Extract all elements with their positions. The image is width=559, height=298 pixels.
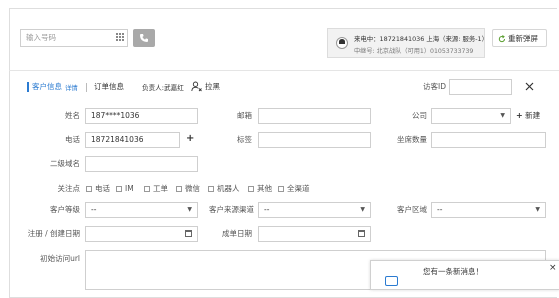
deal-date-input[interactable] — [258, 226, 371, 242]
phone-input[interactable]: 18721841036 — [85, 132, 180, 148]
blacklist-button[interactable]: 拉黑 — [205, 82, 220, 92]
focus-option-im[interactable]: IM — [116, 184, 134, 194]
email-input[interactable] — [258, 108, 371, 124]
new-message-notification[interactable]: 您有一条新消息！ × — [370, 260, 559, 290]
focus-option-wechat[interactable]: 微信 — [176, 184, 200, 194]
phone-label: 电话 — [65, 135, 80, 144]
company-select[interactable]: ▼ — [431, 108, 511, 124]
checkbox[interactable] — [144, 186, 150, 192]
refresh-popup-button[interactable]: 重新弹屏 — [492, 29, 547, 47]
checkbox[interactable] — [176, 186, 182, 192]
plus-icon: + — [516, 111, 523, 120]
dial-number-input[interactable]: 输入号码 — [20, 29, 128, 47]
tab-indicator — [27, 82, 29, 92]
tab-separator — [86, 83, 87, 92]
subdomain-label: 二级域名 — [50, 159, 80, 168]
visitor-id-input[interactable] — [449, 79, 512, 95]
focus-option-ticket[interactable]: 工单 — [144, 184, 168, 194]
visitor-id-label: 访客ID — [423, 82, 446, 91]
caller-line-2: 中继号: 北京战队（可用1）01053733739 — [354, 48, 474, 55]
refresh-icon — [498, 35, 506, 43]
caller-line-1: 来电中：18721841036 上海（来源: 服务-1） — [354, 35, 488, 43]
register-date-label: 注册 / 创建日期 — [27, 229, 80, 238]
level-select[interactable]: -- ▼ — [85, 202, 198, 218]
chevron-down-icon: ▼ — [360, 206, 365, 213]
new-company-button[interactable]: + 新建 — [516, 111, 540, 121]
phone-icon — [140, 34, 148, 42]
seats-input[interactable] — [431, 132, 546, 148]
chevron-down-icon: ▼ — [535, 206, 540, 213]
company-label: 公司 — [412, 111, 427, 120]
source-select[interactable]: -- ▼ — [258, 202, 371, 218]
avatar — [336, 37, 348, 49]
checkbox[interactable] — [116, 186, 122, 192]
dialpad-icon[interactable] — [116, 33, 124, 42]
email-label: 邮箱 — [237, 111, 252, 120]
close-icon[interactable] — [525, 82, 534, 91]
focus-option-other[interactable]: 其他 — [248, 184, 272, 194]
focus-option-robot[interactable]: 机器人 — [208, 184, 240, 194]
register-date-input[interactable] — [85, 226, 198, 242]
divider — [9, 70, 559, 71]
source-label: 客户来源渠道 — [209, 205, 254, 214]
checkbox[interactable] — [278, 186, 284, 192]
tab-customer-info[interactable]: 客户信息 — [32, 82, 62, 92]
chevron-down-icon: ▼ — [187, 206, 192, 213]
seats-label: 坐席数量 — [397, 135, 427, 144]
calendar-icon — [358, 230, 365, 237]
tab-order-info[interactable]: 订单信息 — [94, 82, 124, 92]
checkbox[interactable] — [248, 186, 254, 192]
tags-label: 标签 — [237, 135, 252, 144]
level-label: 客户等级 — [50, 205, 80, 214]
calendar-icon — [185, 230, 192, 237]
caller-info-panel: 来电中：18721841036 上海（来源: 服务-1） 中继号: 北京战队（可… — [327, 28, 488, 58]
region-select[interactable]: -- ▼ — [431, 202, 546, 218]
focus-option-phone[interactable]: 电话 — [86, 184, 110, 194]
subdomain-input[interactable] — [85, 156, 198, 172]
tags-input[interactable] — [258, 132, 371, 148]
chevron-down-icon: ▼ — [500, 112, 505, 119]
tab-detail[interactable]: 详情 — [65, 83, 78, 93]
deal-date-label: 成单日期 — [222, 229, 252, 238]
call-button[interactable] — [133, 29, 155, 47]
region-label: 客户区域 — [397, 205, 427, 214]
name-input[interactable]: 187****1036 — [85, 108, 198, 124]
focus-label: 关注点 — [57, 184, 81, 193]
add-phone-plus-icon[interactable]: + — [186, 133, 194, 145]
name-label: 姓名 — [65, 111, 80, 120]
focus-option-omnichannel[interactable]: 全渠道 — [278, 184, 310, 194]
checkbox[interactable] — [208, 186, 214, 192]
notification-close-icon[interactable]: × — [549, 263, 557, 273]
refresh-popup-label: 重新弹屏 — [508, 34, 538, 43]
checkbox[interactable] — [86, 186, 92, 192]
notification-text: 您有一条新消息！ — [423, 267, 483, 276]
owner-label: 负责人:武嘉红 — [142, 84, 184, 92]
first-url-label: 初始访问url — [40, 254, 80, 263]
user-blacklist-icon[interactable] — [191, 81, 202, 92]
